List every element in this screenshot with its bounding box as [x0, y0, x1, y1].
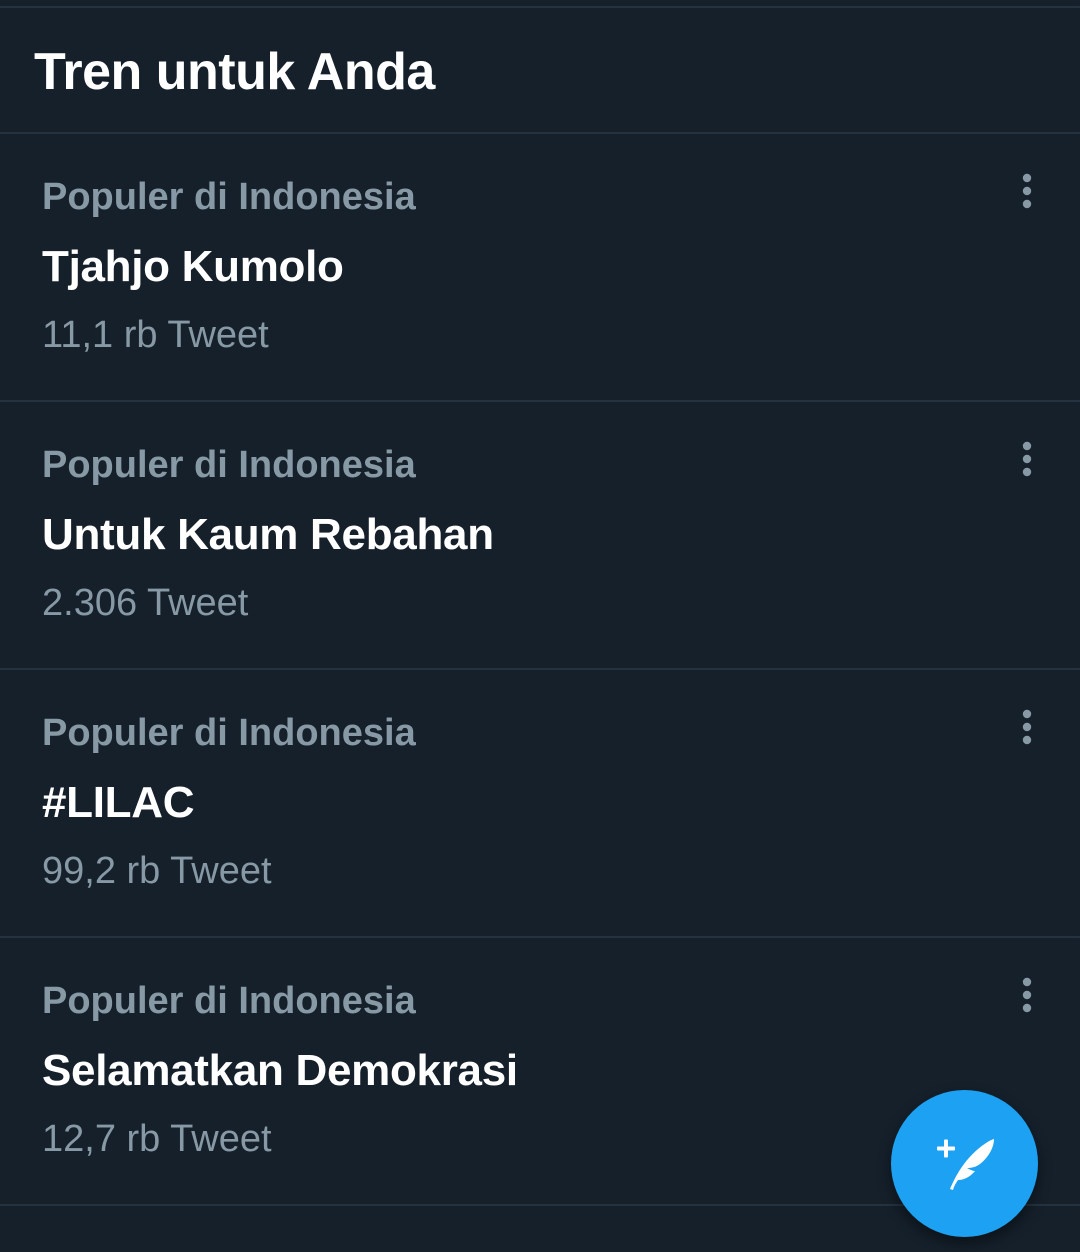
trend-context: Populer di Indonesia [42, 980, 416, 1022]
more-options-button[interactable] [1006, 706, 1048, 748]
trend-tweet-count: 11,1 rb Tweet [42, 314, 269, 356]
trend-tweet-count: 99,2 rb Tweet [42, 850, 272, 892]
more-options-button[interactable] [1006, 438, 1048, 480]
trend-item[interactable]: Populer di Indonesia Tjahjo Kumolo 11,1 … [0, 134, 1080, 402]
compose-tweet-icon [936, 1138, 994, 1190]
page-header: Tren untuk Anda [0, 8, 1080, 134]
more-vertical-icon [1022, 977, 1032, 1013]
more-options-button[interactable] [1006, 170, 1048, 212]
trend-item[interactable]: Populer di Indonesia #LILAC 99,2 rb Twee… [0, 670, 1080, 938]
more-vertical-icon [1022, 173, 1032, 209]
trend-context: Populer di Indonesia [42, 176, 416, 218]
more-vertical-icon [1022, 441, 1032, 477]
page-title: Tren untuk Anda [34, 43, 435, 101]
more-vertical-icon [1022, 709, 1032, 745]
trend-name: Selamatkan Demokrasi [42, 1046, 518, 1095]
trend-item[interactable]: Populer di Indonesia Untuk Kaum Rebahan … [0, 402, 1080, 670]
trend-tweet-count: 2.306 Tweet [42, 582, 249, 624]
trend-name: Untuk Kaum Rebahan [42, 510, 494, 559]
trend-name: #LILAC [42, 778, 195, 827]
compose-tweet-button[interactable] [891, 1090, 1038, 1237]
trend-tweet-count: 12,7 rb Tweet [42, 1118, 272, 1160]
trend-name: Tjahjo Kumolo [42, 242, 344, 291]
more-options-button[interactable] [1006, 974, 1048, 1016]
trend-context: Populer di Indonesia [42, 712, 416, 754]
trend-context: Populer di Indonesia [42, 444, 416, 486]
trend-list: Populer di Indonesia Tjahjo Kumolo 11,1 … [0, 134, 1080, 1206]
